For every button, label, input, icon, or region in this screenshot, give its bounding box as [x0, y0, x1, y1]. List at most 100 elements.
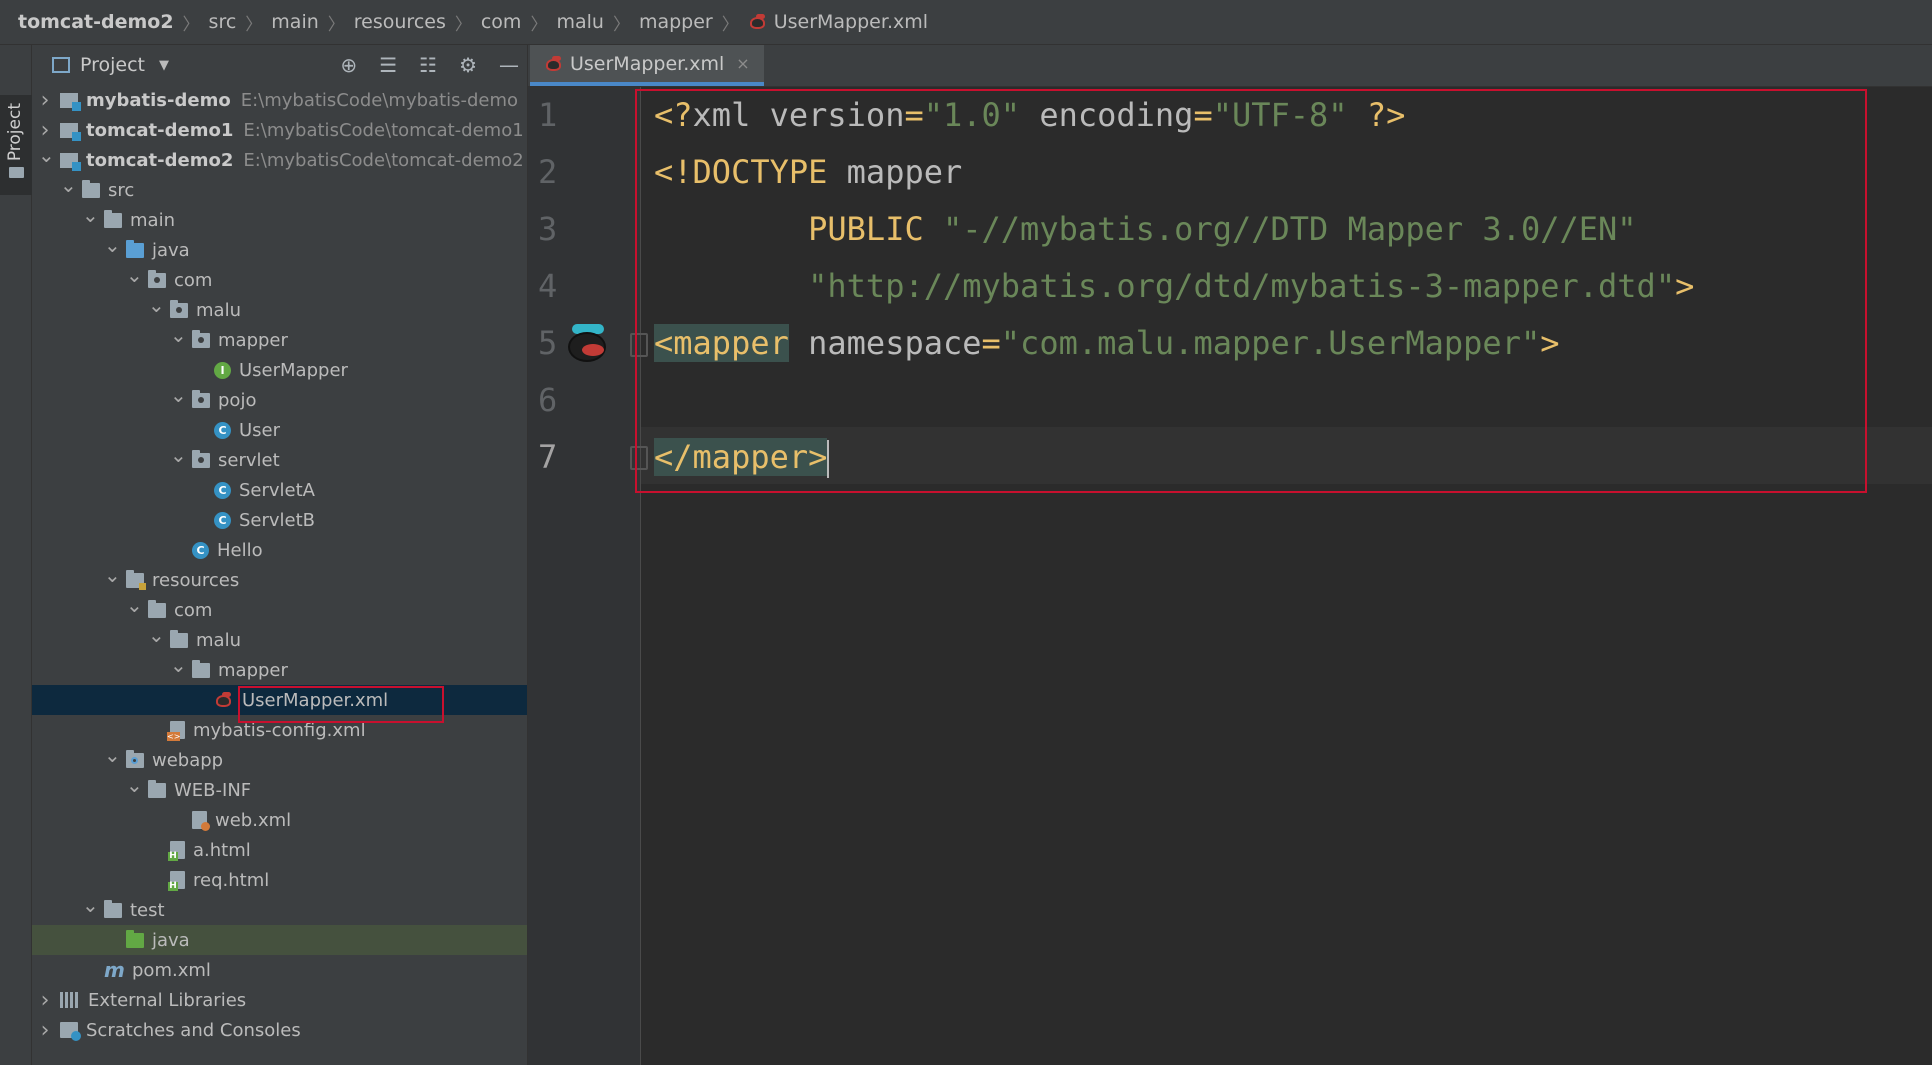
tab-usermapper-xml[interactable]: UserMapper.xml ×	[530, 45, 764, 86]
tree-item-label: ServletA	[239, 479, 315, 501]
chevron-right-icon[interactable]: ›	[38, 118, 52, 143]
chevron-down-icon[interactable]: ⌄	[170, 653, 187, 677]
tree-item-path: E:\mybatisCode\tomcat-demo2	[243, 149, 524, 171]
breadcrumb-item[interactable]: mapper	[639, 11, 713, 33]
project-view-title[interactable]: Project	[80, 54, 145, 76]
tree-item[interactable]: ›web.xml	[32, 805, 527, 835]
breadcrumb-item[interactable]: main	[271, 11, 318, 33]
dropdown-arrow-icon[interactable]: ▼	[159, 58, 169, 73]
chevron-down-icon[interactable]: ⌄	[126, 773, 143, 797]
chevron-down-icon[interactable]: ⌄	[104, 743, 121, 767]
tree-item[interactable]: ›CServletA	[32, 475, 527, 505]
project-tool-label[interactable]: Project	[5, 103, 25, 161]
tree-item[interactable]: ⌄ malu	[32, 623, 527, 655]
chevron-down-icon[interactable]: ⌄	[126, 263, 143, 287]
hide-icon[interactable]: —	[499, 53, 519, 77]
web-folder-icon	[126, 749, 144, 768]
tree-item[interactable]: ⌄ java	[32, 233, 527, 265]
tree-item[interactable]: ⌄ com	[32, 593, 527, 625]
tree-item-label: WEB-INF	[174, 779, 252, 801]
tree-item[interactable]: ⌄ pojo	[32, 383, 527, 415]
chevron-right-icon[interactable]: ›	[38, 1018, 52, 1043]
chevron-down-icon[interactable]: ⌄	[60, 173, 77, 197]
tree-item[interactable]: ⌄ servlet	[32, 443, 527, 475]
chevron-down-icon[interactable]: ⌄	[170, 443, 187, 467]
class-icon: C	[214, 511, 231, 529]
chevron-down-icon[interactable]: ⌄	[104, 563, 121, 587]
tree-item-label: com	[174, 599, 213, 621]
tree-item[interactable]: ›CServletB	[32, 505, 527, 535]
tree-item[interactable]: ›mpom.xml	[32, 955, 527, 985]
folder-icon	[9, 167, 24, 178]
tree-item[interactable]: › Scratches and Consoles	[32, 1015, 527, 1045]
tree-item[interactable]: ⌄ src	[32, 173, 527, 205]
html-file-icon	[168, 841, 185, 861]
tree-item-label: webapp	[152, 749, 224, 771]
project-panel-header: Project ▼ ⊕ ☰ ☷ ⚙ —	[32, 45, 527, 85]
chevron-down-icon[interactable]: ⌄	[82, 893, 99, 917]
chevron-down-icon[interactable]: ⌄	[148, 623, 165, 647]
tree-item[interactable]: ⌄ mapper	[32, 653, 527, 685]
breadcrumb-separator: 〉	[327, 14, 345, 35]
mybatis-icon	[748, 13, 768, 31]
chevron-down-icon[interactable]: ⌄	[126, 593, 143, 617]
line-number: 7	[538, 438, 558, 476]
tree-item-label: UserMapper	[239, 359, 348, 381]
html-file-icon	[168, 871, 185, 891]
chevron-down-icon[interactable]: ⌄	[148, 293, 165, 317]
class-icon: C	[214, 421, 231, 439]
collapse-all-icon[interactable]: ☷	[419, 53, 437, 77]
expand-all-icon[interactable]: ☰	[379, 53, 397, 77]
tree-item[interactable]: ›req.html	[32, 865, 527, 895]
tree-item[interactable]: ⌄ test	[32, 893, 527, 925]
tree-item[interactable]: ⌄ malu	[32, 293, 527, 325]
tree-item[interactable]: ⌄ main	[32, 203, 527, 235]
tree-item[interactable]: ⌄ com	[32, 263, 527, 295]
chevron-down-icon[interactable]: ⌄	[38, 143, 55, 167]
tree-item-label: User	[239, 419, 281, 441]
breadcrumb-item[interactable]: com	[481, 11, 522, 33]
tree-item[interactable]: ›java	[32, 925, 527, 955]
breadcrumb-item[interactable]: UserMapper.xml	[748, 11, 928, 33]
tree-item-label: web.xml	[215, 809, 292, 831]
chevron-down-icon[interactable]: ⌄	[170, 383, 187, 407]
chevron-down-icon[interactable]: ⌄	[104, 233, 121, 257]
tree-item[interactable]: › mybatis-demo E:\mybatisCode\mybatis-demo	[32, 85, 527, 115]
tree-item[interactable]: ⌄ tomcat-demo2 E:\mybatisCode\tomcat-demo2	[32, 143, 527, 175]
line-number: 6	[538, 381, 558, 419]
tree-item[interactable]: › External Libraries	[32, 985, 527, 1015]
tree-item[interactable]: ⌄ resources	[32, 563, 527, 595]
tree-item[interactable]: ⌄ WEB-INF	[32, 773, 527, 805]
close-icon[interactable]: ×	[736, 54, 749, 73]
line-number: 3	[538, 210, 558, 248]
tree-item-label: pojo	[218, 389, 257, 411]
tree-item[interactable]: ›IUserMapper	[32, 355, 527, 385]
mybatis-navigation-icon[interactable]	[566, 322, 610, 362]
chevron-down-icon[interactable]: ⌄	[82, 203, 99, 227]
tree-item-label: mybatis-demo	[86, 89, 231, 111]
mybatis-icon	[544, 55, 564, 73]
mybatis-icon	[214, 691, 234, 709]
project-view-icon	[52, 57, 70, 73]
editor-tab-bar: UserMapper.xml ×	[528, 45, 1932, 87]
breadcrumb-item[interactable]: resources	[354, 11, 446, 33]
breadcrumb-item[interactable]: tomcat-demo2	[18, 11, 174, 33]
tree-item-label: servlet	[218, 449, 280, 471]
gear-icon[interactable]: ⚙	[459, 53, 477, 77]
chevron-down-icon[interactable]: ⌄	[170, 323, 187, 347]
tree-item[interactable]: ⌄ mapper	[32, 323, 527, 355]
tree-item-label: Scratches and Consoles	[86, 1019, 301, 1041]
tree-item[interactable]: ›CHello	[32, 535, 527, 565]
chevron-right-icon[interactable]: ›	[38, 88, 52, 113]
breadcrumb-item[interactable]: malu	[556, 11, 603, 33]
tree-item[interactable]: › tomcat-demo1 E:\mybatisCode\tomcat-demo1	[32, 115, 527, 145]
locate-icon[interactable]: ⊕	[340, 53, 357, 77]
package-icon	[192, 389, 210, 408]
tree-item-label: resources	[152, 569, 240, 591]
tree-item-label: req.html	[193, 869, 270, 891]
tree-item[interactable]: ›a.html	[32, 835, 527, 865]
chevron-right-icon[interactable]: ›	[38, 988, 52, 1013]
tree-item[interactable]: ›CUser	[32, 415, 527, 445]
tree-item[interactable]: ⌄ webapp	[32, 743, 527, 775]
breadcrumb-item[interactable]: src	[209, 11, 237, 33]
